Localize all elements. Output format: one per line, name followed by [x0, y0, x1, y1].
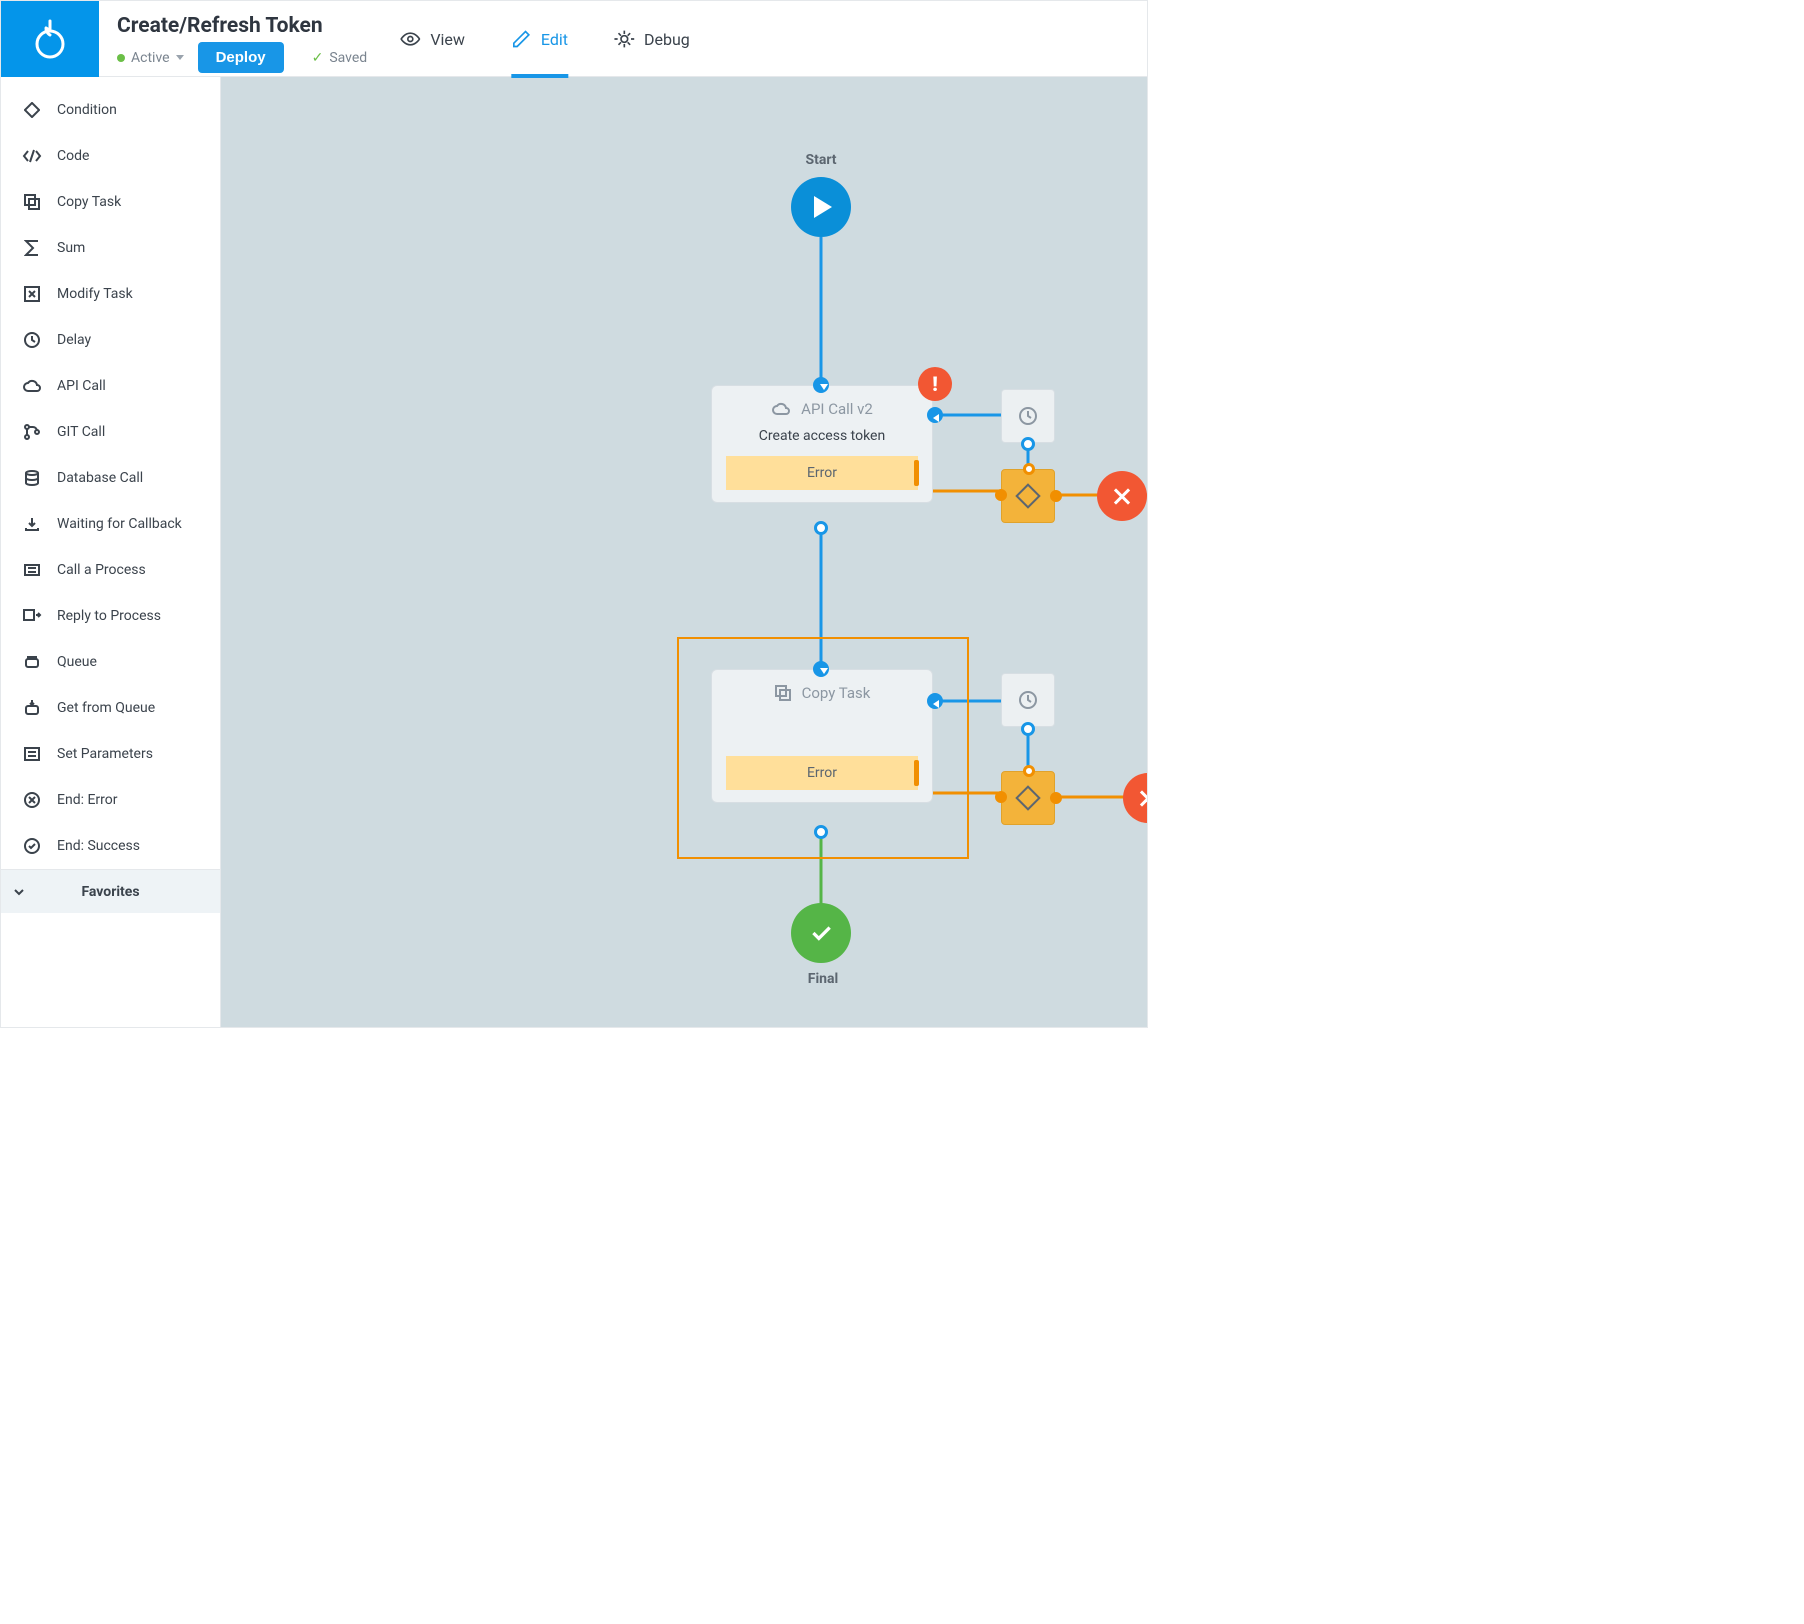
copy-icon: [21, 193, 43, 211]
modify-icon: [21, 285, 43, 303]
port-out[interactable]: [814, 521, 828, 535]
clock-icon: [1017, 405, 1039, 427]
check-circle-icon: [21, 837, 43, 855]
cloud-icon: [21, 379, 43, 393]
app-logo[interactable]: [1, 1, 99, 77]
bug-icon: [614, 29, 634, 49]
palette-call-process[interactable]: Call a Process: [1, 547, 220, 593]
palette-code[interactable]: Code: [1, 133, 220, 179]
params-icon: [21, 746, 43, 762]
page-title: Create/Refresh Token: [117, 14, 367, 38]
git-icon: [21, 423, 43, 441]
palette-queue[interactable]: Queue: [1, 639, 220, 685]
check-icon: [808, 920, 834, 946]
database-icon: [21, 469, 43, 487]
process-icon: [21, 561, 43, 579]
node-error-port[interactable]: Error: [726, 456, 918, 490]
diamond-icon: [1015, 483, 1040, 508]
chevron-down-icon: [176, 55, 184, 60]
status-label: Active: [131, 50, 170, 66]
chevron-down-icon: [13, 884, 25, 900]
delay-node-2[interactable]: [1001, 673, 1055, 727]
node-title: [712, 708, 932, 734]
node-api-call[interactable]: API Call v2 Create access token Error: [711, 385, 933, 503]
port-top[interactable]: [1023, 765, 1035, 777]
port-out[interactable]: [1021, 437, 1035, 451]
node-error-port[interactable]: Error: [726, 756, 918, 790]
sigma-icon: [21, 239, 43, 257]
tab-view[interactable]: View: [400, 1, 465, 77]
port-in[interactable]: [995, 489, 1007, 501]
end-success-node[interactable]: [791, 903, 851, 963]
status-select[interactable]: Active: [117, 50, 184, 66]
eye-icon: [400, 29, 420, 49]
palette-modify-task[interactable]: Modify Task: [1, 271, 220, 317]
palette-sum[interactable]: Sum: [1, 225, 220, 271]
node-type-label: Copy Task: [802, 684, 871, 702]
favorites-section[interactable]: Favorites: [1, 869, 220, 913]
download-icon: [21, 515, 43, 533]
port-in[interactable]: [813, 661, 829, 677]
pencil-icon: [511, 29, 531, 49]
port-right[interactable]: [927, 693, 943, 709]
node-palette: Condition Code Copy Task Sum Modify Task…: [1, 77, 221, 1027]
flame-icon: [28, 17, 72, 61]
palette-condition[interactable]: Condition: [1, 87, 220, 133]
delay-node-1[interactable]: [1001, 389, 1055, 443]
diamond-icon: [1015, 785, 1040, 810]
flow-canvas[interactable]: Start API Call v2 Create access token Er…: [221, 77, 1147, 1027]
node-type-label: API Call v2: [801, 400, 873, 418]
tab-edit[interactable]: Edit: [511, 1, 568, 77]
deploy-button[interactable]: Deploy: [198, 42, 284, 73]
port-out[interactable]: [1021, 722, 1035, 736]
port-top[interactable]: [1023, 463, 1035, 475]
reply-icon: [21, 608, 43, 624]
palette-get-queue[interactable]: Get from Queue: [1, 685, 220, 731]
cloud-icon: [771, 402, 791, 416]
palette-database-call[interactable]: Database Call: [1, 455, 220, 501]
code-icon: [21, 148, 43, 164]
palette-delay[interactable]: Delay: [1, 317, 220, 363]
saved-status: ✓ Saved: [312, 50, 368, 66]
palette-copy-task[interactable]: Copy Task: [1, 179, 220, 225]
clock-icon: [1017, 689, 1039, 711]
palette-end-success[interactable]: End: Success: [1, 823, 220, 869]
queue-get-icon: [21, 698, 43, 718]
condition-node-2[interactable]: [1001, 771, 1055, 825]
tab-debug[interactable]: Debug: [614, 1, 690, 77]
end-error-node-1[interactable]: [1097, 471, 1147, 521]
palette-reply-process[interactable]: Reply to Process: [1, 593, 220, 639]
palette-git-call[interactable]: GIT Call: [1, 409, 220, 455]
node-title: Create access token: [712, 424, 932, 456]
palette-api-call[interactable]: API Call: [1, 363, 220, 409]
final-label: Final: [803, 971, 843, 987]
condition-node-1[interactable]: [1001, 469, 1055, 523]
start-node[interactable]: [791, 177, 851, 237]
port-out[interactable]: [814, 825, 828, 839]
port-out[interactable]: [1050, 490, 1062, 502]
start-label: Start: [801, 152, 841, 168]
queue-icon: [21, 653, 43, 671]
port-in[interactable]: [995, 791, 1007, 803]
palette-waiting-callback[interactable]: Waiting for Callback: [1, 501, 220, 547]
check-icon: ✓: [312, 50, 324, 66]
status-dot-icon: [117, 54, 125, 62]
copy-icon: [774, 684, 792, 702]
port-right[interactable]: [927, 407, 943, 423]
x-circle-icon: [21, 791, 43, 809]
port-out[interactable]: [1050, 792, 1062, 804]
palette-end-error[interactable]: End: Error: [1, 777, 220, 823]
node-copy-task[interactable]: Copy Task Error: [711, 669, 933, 803]
clock-icon: [21, 331, 43, 349]
port-in[interactable]: [813, 377, 829, 393]
palette-set-parameters[interactable]: Set Parameters: [1, 731, 220, 777]
alert-badge[interactable]: !: [918, 367, 952, 401]
diamond-icon: [21, 102, 43, 118]
